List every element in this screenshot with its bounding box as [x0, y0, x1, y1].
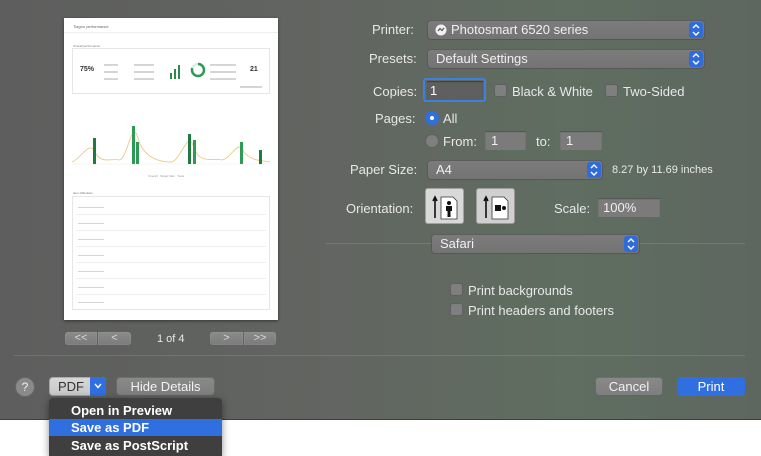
menu-item-label: Save as PostScript: [71, 438, 189, 453]
menu-item-label: Save as PDF: [71, 420, 150, 435]
separator: [14, 355, 745, 356]
print-button[interactable]: Print: [677, 377, 745, 396]
printer-popup[interactable]: Photosmart 6520 series: [427, 20, 705, 40]
scale-value: 100%: [603, 200, 637, 215]
copies-value: 1: [430, 83, 438, 98]
pdf-label: PDF: [58, 379, 84, 394]
first-page-button[interactable]: <<: [65, 332, 97, 345]
copies-input[interactable]: 1: [427, 81, 483, 100]
pages-from-label: From:: [443, 134, 477, 149]
printer-value: Photosmart 6520 series: [451, 22, 589, 37]
chevron-updown-icon: [689, 51, 703, 67]
scale-label: Scale:: [554, 201, 591, 216]
previous-page-button[interactable]: <: [98, 332, 131, 345]
preview-chart: [72, 126, 270, 165]
print-backgrounds-checkbox[interactable]: [450, 283, 463, 296]
menu-item-label: Open in Preview: [71, 403, 173, 418]
pages-to-value: 1: [566, 133, 574, 148]
black-white-checkbox[interactable]: [494, 84, 507, 97]
pdf-menu-button[interactable]: PDF: [49, 377, 106, 396]
orientation-label: Orientation:: [346, 201, 414, 216]
chevron-down-icon: [90, 377, 106, 396]
printer-icon: [435, 24, 447, 36]
pdf-menu: Open in Preview Save as PDF Save as Post…: [49, 398, 222, 456]
print-backgrounds-label: Print backgrounds: [468, 283, 573, 298]
chevron-updown-icon: [587, 162, 601, 178]
paper-size-popup[interactable]: A4: [427, 160, 603, 180]
menu-item-save-as-postscript[interactable]: Save as PostScript: [49, 437, 222, 454]
black-white-label: Black & White: [512, 84, 593, 99]
preview-donut: [190, 62, 206, 78]
paper-size-value: A4: [436, 162, 452, 177]
paper-size-label: Paper Size:: [350, 162, 418, 177]
menu-item-open-in-preview[interactable]: Open in Preview: [49, 402, 222, 419]
preview-big-right: 21: [250, 66, 258, 73]
presets-popup[interactable]: Default Settings: [427, 49, 705, 69]
pages-all-label: All: [443, 111, 458, 126]
pages-from-value: 1: [491, 133, 499, 148]
preview-title: Tiagno performance: [73, 24, 109, 29]
menu-item-save-as-pdf[interactable]: Save as PDF: [49, 419, 222, 436]
landscape-person-icon: [483, 195, 509, 220]
preview-legend: Overall Target Max Tests: [148, 174, 184, 178]
print-headers-footers-label: Print headers and footers: [468, 303, 614, 318]
help-button[interactable]: ?: [15, 377, 35, 397]
hide-details-button[interactable]: Hide Details: [116, 377, 215, 396]
pages-from-input[interactable]: 1: [485, 131, 526, 150]
landscape-orientation-button[interactable]: [476, 188, 515, 224]
two-sided-label: Two-Sided: [623, 84, 685, 99]
preview-section2-title: Item difficulties: [73, 191, 93, 195]
next-page-button[interactable]: >: [210, 332, 243, 345]
two-sided-checkbox[interactable]: [605, 84, 618, 97]
preview-big-left: 75%: [80, 66, 95, 73]
portrait-orientation-button[interactable]: [425, 188, 464, 224]
cancel-button[interactable]: Cancel: [595, 377, 663, 396]
chevron-updown-icon: [689, 22, 703, 38]
page-indicator: 1 of 4: [157, 333, 185, 345]
preview-mini-bars: [170, 65, 184, 79]
pages-all-radio[interactable]: [425, 111, 439, 125]
pages-to-input[interactable]: 1: [560, 131, 602, 150]
portrait-person-icon: [432, 195, 458, 220]
legend-item: Overall: [148, 174, 158, 178]
printer-label: Printer:: [372, 22, 414, 37]
pages-label: Pages:: [375, 111, 416, 126]
scale-input[interactable]: 100%: [598, 198, 660, 217]
last-page-button[interactable]: >>: [244, 332, 276, 345]
pages-to-label: to:: [536, 134, 551, 149]
app-section-value: Safari: [440, 236, 474, 251]
app-section-popup[interactable]: Safari: [431, 234, 640, 254]
legend-item: Tests: [177, 174, 185, 178]
legend-item: Target Max: [159, 174, 175, 178]
paper-dimensions: 8.27 by 11.69 inches: [612, 164, 713, 176]
presets-value: Default Settings: [436, 51, 528, 66]
presets-label: Presets:: [369, 51, 417, 66]
chevron-updown-icon: [624, 236, 638, 252]
print-dialog: Tiagno performance Overall performance 7…: [0, 0, 761, 420]
page-preview: Tiagno performance Overall performance 7…: [64, 18, 278, 320]
copies-label: Copies:: [373, 84, 418, 99]
pages-from-radio[interactable]: [425, 134, 439, 148]
print-headers-footers-checkbox[interactable]: [450, 303, 463, 316]
